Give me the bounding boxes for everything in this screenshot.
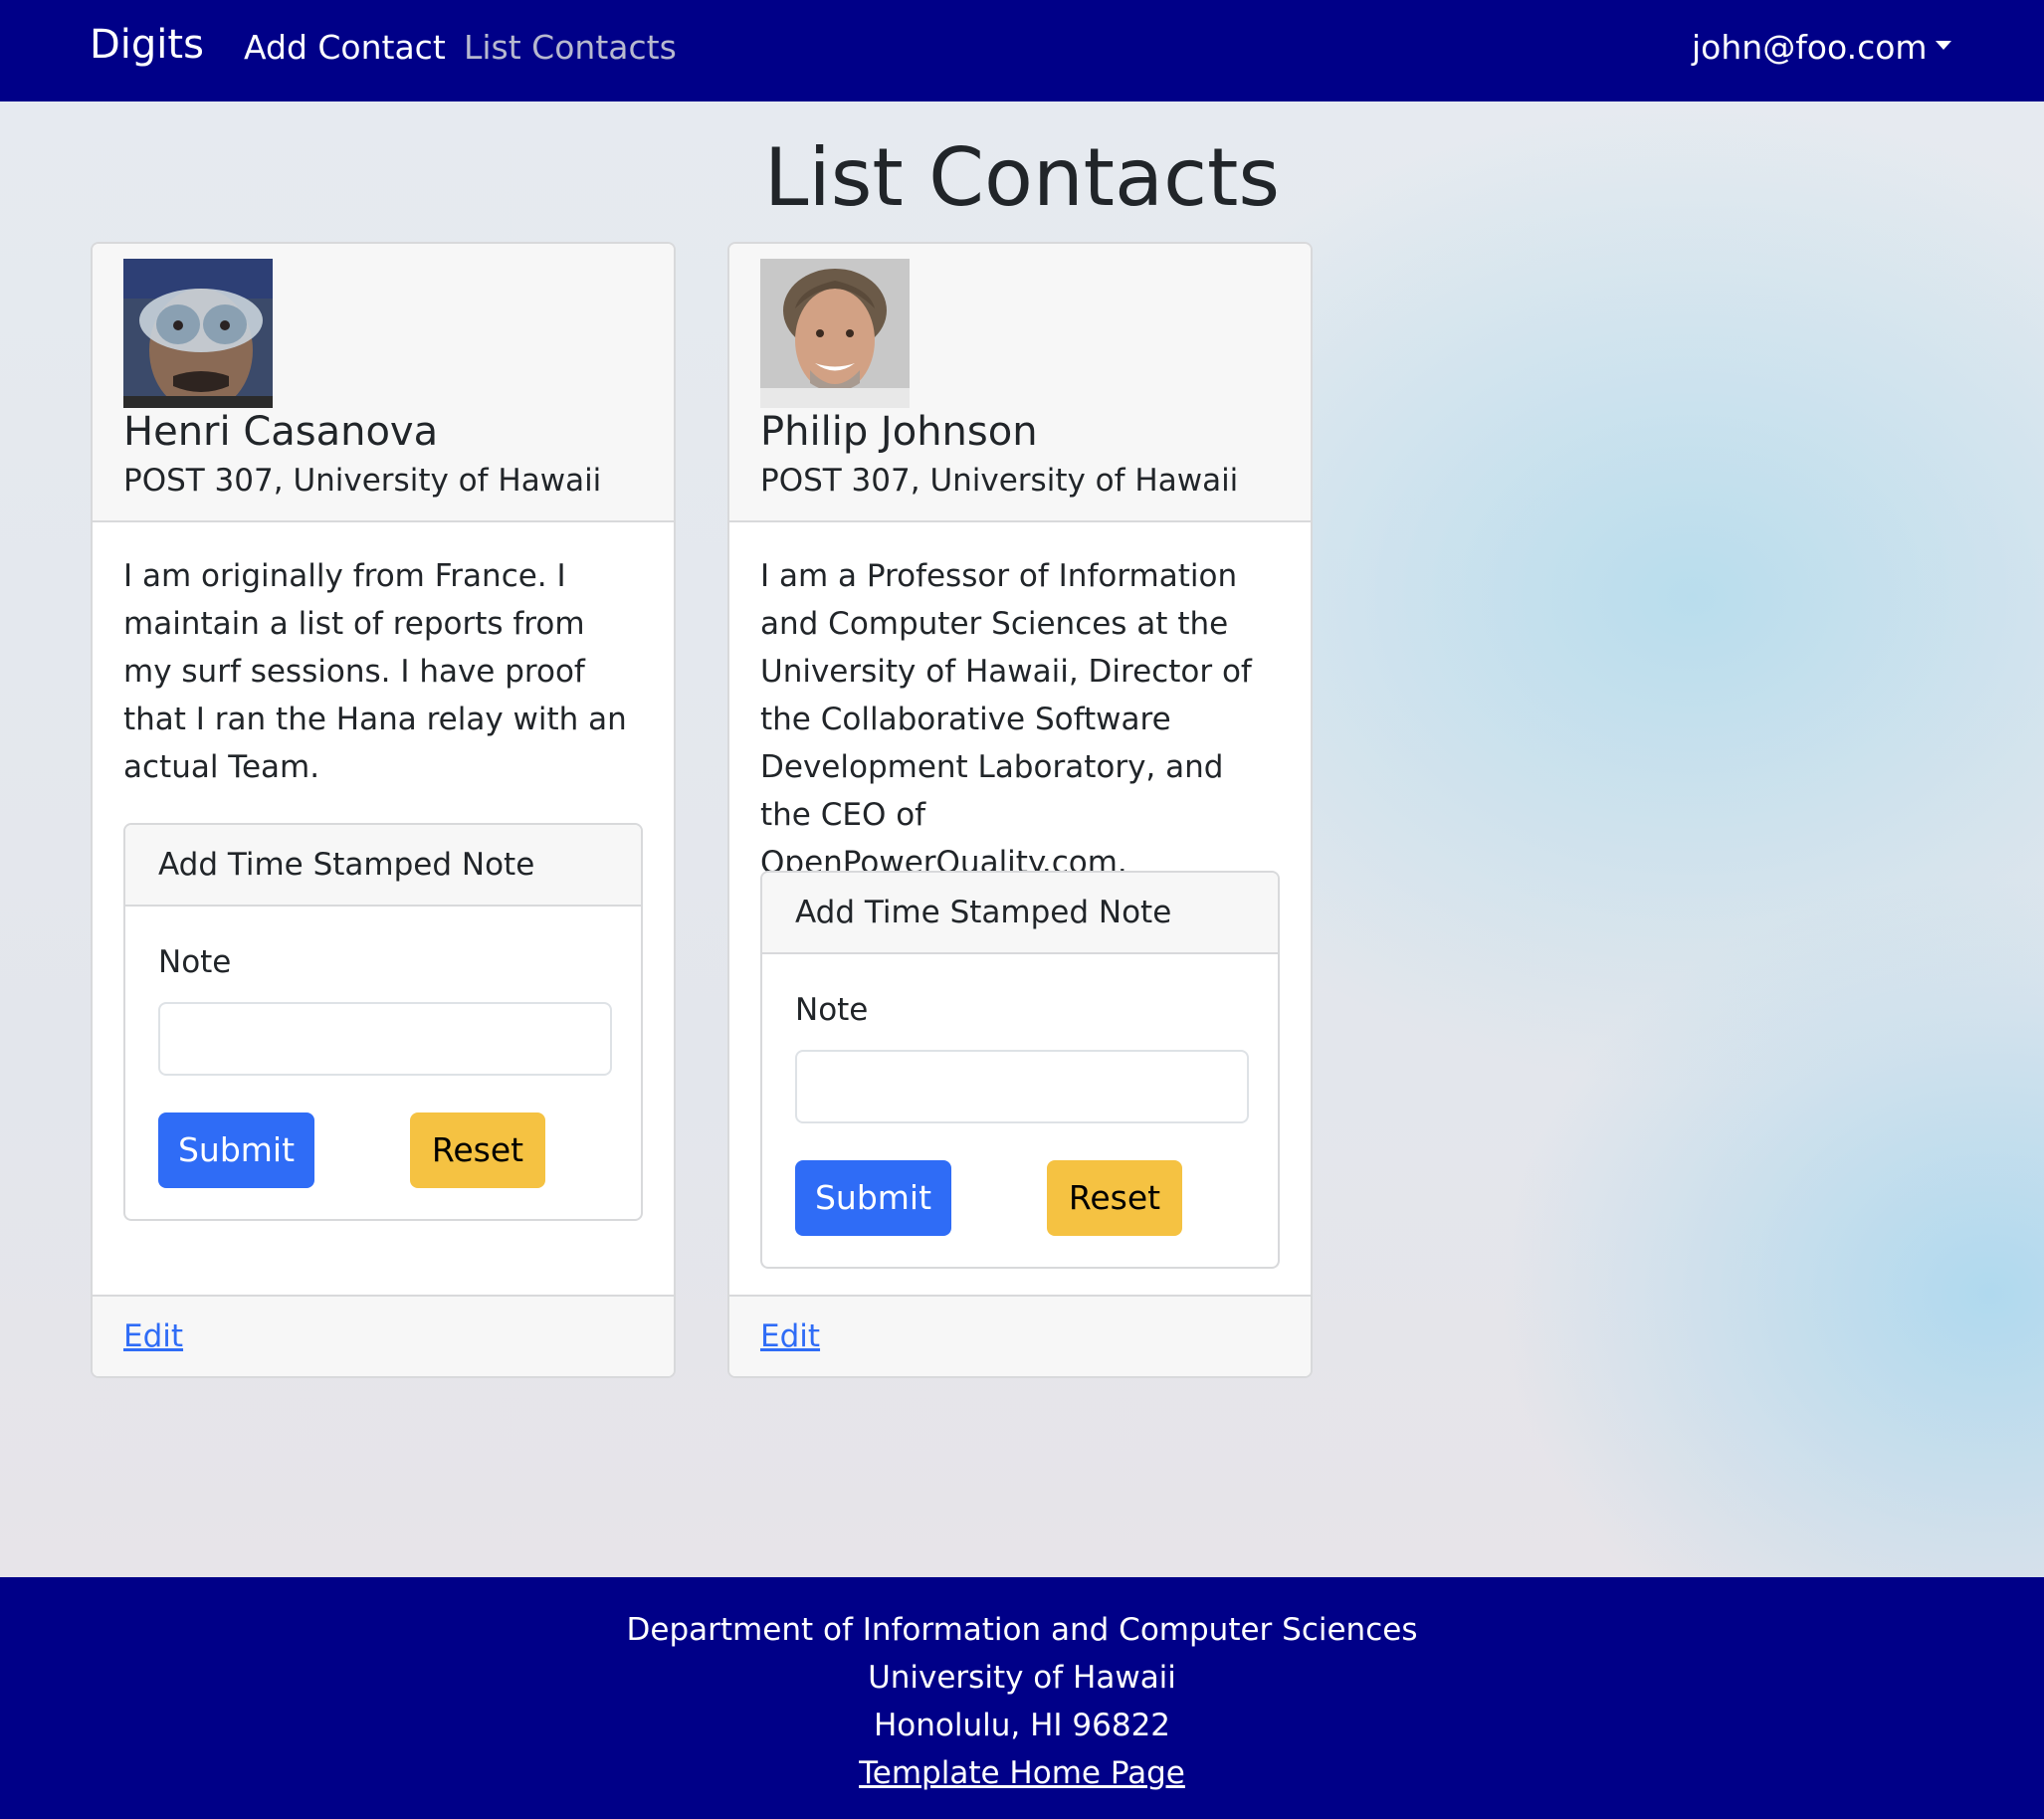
note-label: Note (158, 944, 232, 980)
note-form-header: Add Time Stamped Note (125, 825, 641, 907)
brand-link[interactable]: Digits (90, 22, 204, 68)
chevron-down-icon (1935, 41, 1951, 50)
note-form-title: Add Time Stamped Note (158, 847, 535, 883)
contact-description: I am a Professor of Information and Comp… (760, 558, 1252, 881)
submit-button[interactable]: Submit (795, 1160, 951, 1236)
reset-button[interactable]: Reset (410, 1112, 545, 1188)
note-form-title: Add Time Stamped Note (795, 895, 1172, 930)
avatar (123, 259, 273, 408)
card-footer: Edit (729, 1295, 1311, 1376)
navbar: Digits Add Contact List Contacts john@fo… (0, 0, 2044, 101)
avatar (760, 259, 910, 408)
note-input[interactable] (158, 1002, 612, 1076)
note-form-header: Add Time Stamped Note (762, 873, 1278, 954)
contact-address: POST 307, University of Hawaii (760, 463, 1239, 499)
edit-link[interactable]: Edit (123, 1318, 183, 1354)
footer-city: Honolulu, HI 96822 (873, 1708, 1171, 1743)
nav-list-contacts[interactable]: List Contacts (464, 28, 677, 67)
contact-card: Philip Johnson POST 307, University of H… (727, 242, 1313, 1378)
footer-university: University of Hawaii (868, 1660, 1176, 1696)
card-footer: Edit (93, 1295, 674, 1376)
footer-link-row: Template Home Page (0, 1755, 2044, 1791)
contact-name: Philip Johnson (760, 409, 1038, 455)
contact-address: POST 307, University of Hawaii (123, 463, 602, 499)
nav-add-contact[interactable]: Add Contact (244, 28, 446, 67)
footer-department: Department of Information and Computer S… (626, 1612, 1418, 1648)
contact-description: I am originally from France. I maintain … (123, 558, 627, 785)
page-title: List Contacts (763, 131, 1281, 224)
contact-card: Henri Casanova POST 307, University of H… (91, 242, 676, 1378)
user-dropdown[interactable]: john@foo.com (1692, 28, 1951, 67)
footer: Department of Information and Computer S… (0, 1577, 2044, 1819)
edit-link[interactable]: Edit (760, 1318, 820, 1354)
note-label: Note (795, 992, 869, 1028)
add-note-form: Add Time Stamped Note Note Submit Reset (760, 871, 1280, 1269)
card-header: Henri Casanova POST 307, University of H… (93, 244, 674, 522)
card-header: Philip Johnson POST 307, University of H… (729, 244, 1311, 522)
reset-button[interactable]: Reset (1047, 1160, 1182, 1236)
contact-name: Henri Casanova (123, 409, 439, 455)
user-email: john@foo.com (1692, 28, 1928, 67)
submit-button[interactable]: Submit (158, 1112, 314, 1188)
add-note-form: Add Time Stamped Note Note Submit Reset (123, 823, 643, 1221)
template-home-link[interactable]: Template Home Page (859, 1755, 1185, 1791)
note-input[interactable] (795, 1050, 1249, 1123)
